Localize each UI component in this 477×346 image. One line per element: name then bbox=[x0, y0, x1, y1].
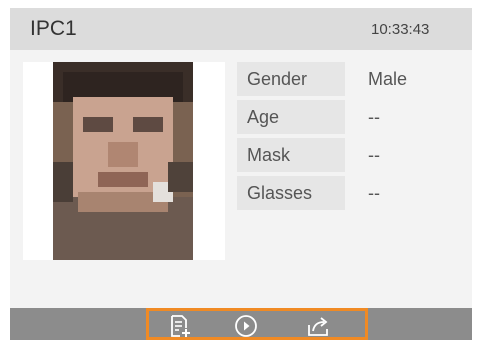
face-image bbox=[53, 62, 193, 260]
gender-label: Gender bbox=[237, 62, 345, 96]
export-icon[interactable] bbox=[306, 314, 330, 338]
capture-time: 10:33:43 bbox=[371, 21, 430, 38]
gender-value: Male bbox=[368, 69, 408, 89]
age-label: Age bbox=[237, 100, 345, 134]
action-toolbar bbox=[10, 308, 472, 340]
age-value: -- bbox=[368, 107, 380, 127]
glasses-value: -- bbox=[368, 183, 380, 203]
mask-value: -- bbox=[368, 145, 380, 165]
card-header: IPC1 10:33:43 bbox=[10, 8, 472, 50]
face-detection-card: IPC1 10:33:43 Gender Male Age -- Mask --… bbox=[10, 8, 472, 340]
glasses-label: Glasses bbox=[237, 176, 345, 210]
face-snapshot bbox=[23, 62, 225, 260]
add-to-list-icon[interactable] bbox=[168, 314, 192, 338]
channel-name: IPC1 bbox=[30, 17, 77, 40]
play-icon[interactable] bbox=[234, 314, 258, 338]
mask-label: Mask bbox=[237, 138, 345, 172]
